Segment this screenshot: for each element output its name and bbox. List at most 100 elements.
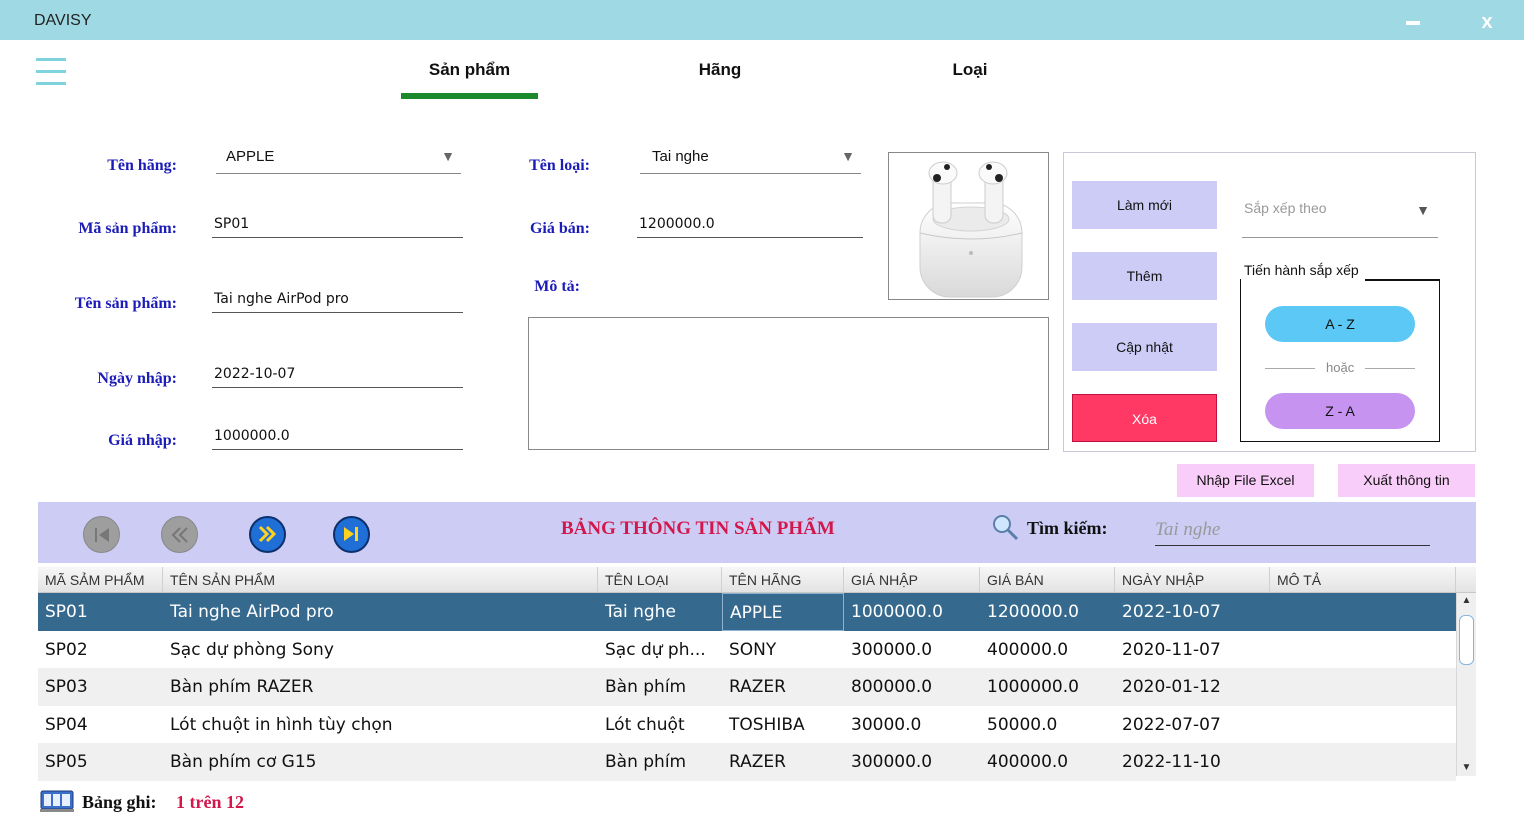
cell-category: Bàn phím <box>605 677 687 697</box>
product-code-input[interactable] <box>212 210 463 238</box>
record-label: Bảng ghi: <box>82 792 157 812</box>
column-header[interactable]: MÔ TẢ <box>1270 567 1456 593</box>
minimize-button[interactable] <box>1376 4 1450 40</box>
cell-product-code: SP04 <box>45 714 88 735</box>
cell-category: Bàn phím <box>605 752 687 772</box>
scroll-up-icon[interactable]: ▲ <box>1457 593 1476 609</box>
column-header[interactable]: TÊN SẢN PHẨM <box>163 567 598 593</box>
menu-icon[interactable] <box>36 58 66 86</box>
table-row[interactable]: SP02 Sạc dự phòng Sony Sạc dự ph... SONY… <box>38 631 1456 669</box>
skip-first-icon <box>95 528 109 542</box>
sort-select[interactable]: Sắp xếp theo ▼ <box>1242 192 1438 238</box>
close-button[interactable]: x <box>1450 4 1524 40</box>
cell-description <box>1270 668 1456 706</box>
table-row[interactable]: SP03 Bàn phím RAZER Bàn phím RAZER 80000… <box>38 668 1456 706</box>
cell-brand: TOSHIBA <box>729 714 805 735</box>
cell-import-date: 2022-10-07 <box>1122 602 1221 622</box>
sale-price-label: Giá bán: <box>529 220 590 237</box>
cell-import-price: 1000000.0 <box>851 602 943 622</box>
double-chevron-left-icon <box>171 527 188 543</box>
cell-import-price: 30000.0 <box>851 714 922 735</box>
cell-product-code: SP03 <box>45 677 88 697</box>
brand-select-value: APPLE <box>226 148 275 165</box>
update-button[interactable]: Cập nhật <box>1072 323 1217 371</box>
column-header[interactable]: NGÀY NHẬP <box>1115 567 1270 593</box>
cell-product-code: SP02 <box>45 639 88 660</box>
cell-brand: RAZER <box>729 752 786 772</box>
cell-brand: SONY <box>729 639 777 660</box>
category-select[interactable]: Tai nghe ▼ <box>640 148 861 174</box>
cell-sale-price: 1000000.0 <box>987 677 1079 697</box>
scroll-down-icon[interactable]: ▼ <box>1457 760 1476 776</box>
table-row[interactable]: SP05 Bàn phím cơ G15 Bàn phím RAZER 3000… <box>38 743 1456 781</box>
cell-product-name: Lót chuột in hình tùy chọn <box>170 714 393 735</box>
records-icon <box>40 790 74 812</box>
cell-category: Sạc dự ph... <box>605 639 706 660</box>
import-date-input[interactable] <box>212 360 463 388</box>
cell-import-date: 2020-01-12 <box>1122 677 1221 697</box>
delete-button[interactable]: Xóa <box>1072 394 1217 442</box>
tab-products[interactable]: Sản phẩm <box>401 60 538 86</box>
chevron-down-icon: ▼ <box>841 148 855 164</box>
description-textarea[interactable] <box>528 317 1049 450</box>
brand-select[interactable]: APPLE ▼ <box>216 148 461 174</box>
refresh-button[interactable]: Làm mới <box>1072 181 1217 229</box>
first-page-button[interactable] <box>83 516 120 553</box>
cell-product-code: SP05 <box>45 752 88 772</box>
cell-description <box>1270 743 1456 781</box>
previous-page-button[interactable] <box>161 516 198 553</box>
table-row[interactable]: SP04 Lót chuột in hình tùy chọn Lót chuộ… <box>38 706 1456 744</box>
cell-brand: APPLE <box>722 593 844 631</box>
column-header[interactable]: TÊN HÃNG <box>722 567 844 593</box>
cell-import-date: 2022-07-07 <box>1122 714 1221 735</box>
cell-import-price: 300000.0 <box>851 752 933 772</box>
table-row[interactable]: SP01 Tai nghe AirPod pro Tai nghe APPLE … <box>38 593 1456 631</box>
cell-product-name: Tai nghe AirPod pro <box>170 602 334 622</box>
column-header[interactable]: GIÁ BÁN <box>980 567 1115 593</box>
column-header[interactable]: TÊN LOẠI <box>598 567 722 593</box>
product-name-label: Tên sản phẩm: <box>74 295 177 312</box>
cell-sale-price: 400000.0 <box>987 639 1069 660</box>
record-value: 1 trên 12 <box>176 792 244 812</box>
cell-sale-price: 400000.0 <box>987 752 1069 772</box>
column-header[interactable]: MÃ SẢM PHẨM <box>38 567 163 593</box>
table-title: BẢNG THÔNG TIN SẢN PHẨM <box>561 518 835 539</box>
double-chevron-right-icon <box>258 525 277 543</box>
next-page-button[interactable] <box>249 516 286 553</box>
skip-last-icon <box>344 527 358 541</box>
cell-import-price: 800000.0 <box>851 677 933 697</box>
scrollbar-thumb[interactable] <box>1459 615 1474 665</box>
category-select-value: Tai nghe <box>652 148 709 165</box>
import-excel-button[interactable]: Nhập File Excel <box>1177 464 1314 497</box>
active-tab-indicator <box>401 93 538 99</box>
cell-description <box>1270 706 1456 744</box>
cell-category: Tai nghe <box>605 602 676 622</box>
chevron-down-icon: ▼ <box>441 148 455 164</box>
table-scrollbar[interactable]: ▲ ▼ <box>1456 593 1476 776</box>
chevron-down-icon: ▼ <box>1416 202 1430 218</box>
import-price-input[interactable] <box>212 422 463 450</box>
import-date-label: Ngày nhập: <box>97 370 177 387</box>
sale-price-input[interactable] <box>637 210 863 238</box>
tab-brands[interactable]: Hãng <box>660 60 780 86</box>
export-button[interactable]: Xuất thông tin <box>1338 464 1475 497</box>
import-price-label: Giá nhập: <box>108 432 177 449</box>
cell-brand: RAZER <box>729 677 786 697</box>
search-input[interactable] <box>1155 514 1430 546</box>
sort-za-button[interactable]: Z - A <box>1265 393 1415 429</box>
search-icon <box>993 515 1019 541</box>
product-image[interactable] <box>888 152 1049 300</box>
brand-label: Tên hãng: <box>107 157 177 174</box>
divider <box>1265 368 1315 369</box>
column-header[interactable]: GIÁ NHẬP <box>844 567 980 593</box>
add-button[interactable]: Thêm <box>1072 252 1217 300</box>
last-page-button[interactable] <box>333 516 370 553</box>
cell-product-name: Sạc dự phòng Sony <box>170 639 334 660</box>
sort-select-placeholder: Sắp xếp theo <box>1244 200 1327 216</box>
product-name-input[interactable] <box>212 285 463 313</box>
cell-sale-price: 1200000.0 <box>987 602 1079 622</box>
sort-az-button[interactable]: A - Z <box>1265 306 1415 342</box>
airpods-image <box>919 161 1023 298</box>
tab-categories[interactable]: Loại <box>910 60 1030 86</box>
cell-product-name: Bàn phím cơ G15 <box>170 752 317 772</box>
